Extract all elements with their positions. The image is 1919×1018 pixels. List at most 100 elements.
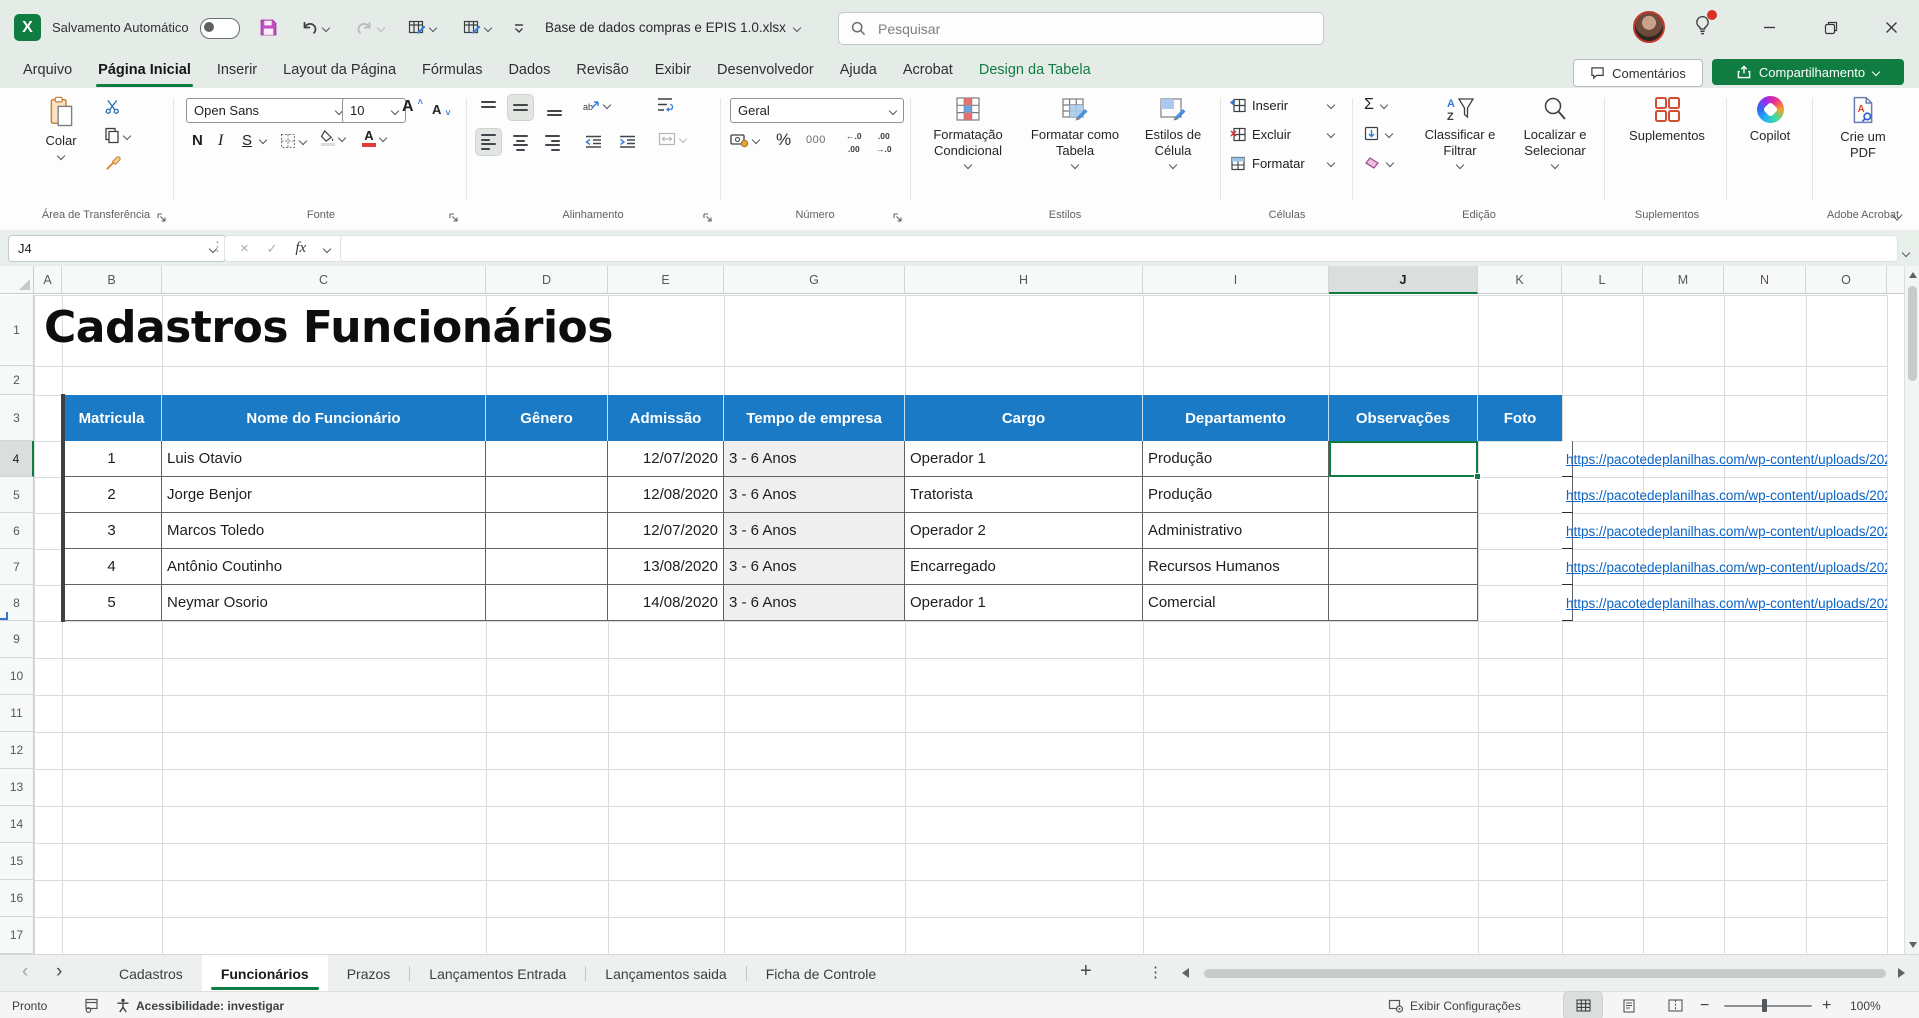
scroll-down-icon[interactable]	[1909, 942, 1917, 948]
table-header-8[interactable]: Foto	[1478, 395, 1562, 441]
qat-dropdown-icon[interactable]	[429, 23, 437, 31]
accounting-format-button[interactable]	[730, 132, 759, 148]
underline-dropdown-icon[interactable]	[260, 137, 266, 143]
addins-button[interactable]: Suplementos	[1617, 96, 1717, 144]
italic-button[interactable]: I	[218, 132, 223, 150]
table-cell-genero[interactable]	[486, 585, 608, 621]
borders-button[interactable]	[280, 133, 306, 149]
ribbon-tab-acrobat[interactable]: Acrobat	[890, 55, 966, 88]
cut-button[interactable]	[104, 98, 121, 115]
table-cell-observacoes[interactable]	[1329, 513, 1478, 549]
autosave-toggle[interactable]	[200, 18, 240, 39]
font-color-button[interactable]: A	[362, 130, 386, 147]
formula-bar-drag-handle[interactable]: ⋮	[211, 239, 223, 255]
photo-link[interactable]: https://pacotedeplanilhas.com/wp-content…	[1566, 513, 1887, 549]
fill-handle[interactable]	[1474, 473, 1481, 480]
display-settings-button[interactable]: Exibir Configurações	[1388, 992, 1521, 1018]
format-as-table-dropdown-icon[interactable]	[1071, 161, 1079, 169]
close-button[interactable]	[1866, 0, 1916, 55]
share-dropdown-icon[interactable]	[1872, 68, 1880, 76]
table-cell-matricula[interactable]: 2	[62, 477, 162, 513]
row-header-7[interactable]: 7	[0, 549, 34, 585]
zoom-slider-track[interactable]	[1724, 1005, 1812, 1007]
record-macro-button[interactable]	[84, 992, 99, 1018]
column-header-M[interactable]: M	[1643, 266, 1724, 294]
accounting-dropdown-icon[interactable]	[752, 136, 760, 144]
sort-filter-dropdown-icon[interactable]	[1456, 161, 1464, 169]
conditional-formatting-dropdown-icon[interactable]	[964, 161, 972, 169]
copy-button[interactable]	[104, 127, 130, 144]
row-header-14[interactable]: 14	[0, 806, 34, 843]
row-header-12[interactable]: 12	[0, 732, 34, 769]
column-header-L[interactable]: L	[1562, 266, 1643, 294]
selected-cell-J4[interactable]	[1329, 441, 1478, 477]
photo-link[interactable]: https://pacotedeplanilhas.com/wp-content…	[1566, 549, 1887, 585]
zoom-level[interactable]: 100%	[1850, 992, 1881, 1018]
find-select-button[interactable]: Localizar e Selecionar	[1510, 96, 1600, 168]
expand-formula-bar-icon[interactable]	[1903, 243, 1909, 261]
orientation-dropdown-icon[interactable]	[603, 101, 611, 109]
formula-input[interactable]	[340, 235, 1898, 262]
number-format-select[interactable]: Geral	[730, 98, 904, 123]
redo-button[interactable]	[355, 14, 384, 41]
confirm-entry-icon[interactable]: ✓	[267, 241, 278, 257]
table-cell-genero[interactable]	[486, 477, 608, 513]
table-header-1[interactable]: Nome do Funcionário	[162, 395, 486, 441]
insert-cells-button[interactable]: Inserir	[1230, 98, 1288, 113]
percent-style-button[interactable]: %	[776, 130, 791, 150]
save-button[interactable]	[258, 14, 279, 41]
title-dropdown-icon[interactable]	[793, 23, 801, 31]
view-page-break-button[interactable]	[1656, 992, 1694, 1018]
table-cell-nome[interactable]: Marcos Toledo	[162, 513, 486, 549]
row-header-2[interactable]: 2	[0, 366, 34, 395]
view-page-layout-button[interactable]	[1610, 992, 1648, 1018]
table-cell-genero[interactable]	[486, 513, 608, 549]
zoom-slider-thumb[interactable]	[1762, 999, 1767, 1012]
ribbon-tab-desenvolvedor[interactable]: Desenvolvedor	[704, 55, 827, 88]
table-cell-nome[interactable]: Antônio Coutinho	[162, 549, 486, 585]
ribbon-tab-design-da-tabela[interactable]: Design da Tabela	[966, 55, 1104, 88]
table-header-2[interactable]: Gênero	[486, 395, 608, 441]
share-button[interactable]: Compartilhamento	[1712, 59, 1904, 85]
column-header-C[interactable]: C	[162, 266, 486, 294]
zoom-in-button[interactable]: +	[1822, 992, 1831, 1018]
table-cell-observacoes[interactable]	[1329, 477, 1478, 513]
minimize-button[interactable]	[1744, 0, 1794, 55]
column-header-I[interactable]: I	[1143, 266, 1329, 294]
orientation-button[interactable]: ab	[582, 96, 610, 114]
accessibility-status[interactable]: Acessibilidade: investigar	[116, 992, 284, 1018]
table-cell-cargo[interactable]: Encarregado	[905, 549, 1143, 585]
select-all-button[interactable]	[0, 266, 34, 294]
find-select-dropdown-icon[interactable]	[1551, 161, 1559, 169]
paste-button[interactable]: Colar	[32, 96, 90, 159]
number-dialog-launcher-icon[interactable]	[892, 212, 903, 223]
cell-styles-button[interactable]: Estilos de Célula	[1132, 96, 1214, 168]
column-header-H[interactable]: H	[905, 266, 1143, 294]
format-painter-button[interactable]	[104, 155, 121, 172]
table-header-6[interactable]: Departamento	[1143, 395, 1329, 441]
table-cell-nome[interactable]: Neymar Osorio	[162, 585, 486, 621]
table-cell-admissao[interactable]: 12/08/2020	[608, 477, 724, 513]
scroll-left-icon[interactable]	[1182, 968, 1189, 978]
name-box[interactable]: J4	[8, 235, 226, 262]
column-header-G[interactable]: G	[724, 266, 905, 294]
search-input[interactable]	[876, 20, 1260, 38]
fill-color-dropdown-icon[interactable]	[338, 134, 346, 142]
ribbon-tab-exibir[interactable]: Exibir	[642, 55, 704, 88]
table-header-5[interactable]: Cargo	[905, 395, 1143, 441]
wrap-text-button[interactable]	[656, 96, 674, 113]
document-title[interactable]: Base de dados compras e EPIS 1.0.xlsx	[545, 0, 800, 55]
row-header-4[interactable]: 4	[0, 441, 34, 477]
column-header-O[interactable]: O	[1806, 266, 1887, 294]
qat-table-design-button[interactable]	[408, 14, 436, 41]
font-size-select[interactable]: 10	[342, 98, 406, 123]
table-cell-admissao[interactable]: 12/07/2020	[608, 513, 724, 549]
table-cell-admissao[interactable]: 13/08/2020	[608, 549, 724, 585]
column-header-J[interactable]: J	[1329, 266, 1478, 294]
comments-button[interactable]: Comentários	[1573, 59, 1703, 87]
table-cell-genero[interactable]	[486, 549, 608, 585]
decrease-indent-button[interactable]	[582, 132, 605, 152]
increase-indent-button[interactable]	[616, 132, 639, 152]
decrease-font-button[interactable]: A˅	[432, 100, 451, 118]
view-normal-button[interactable]	[1564, 992, 1602, 1018]
